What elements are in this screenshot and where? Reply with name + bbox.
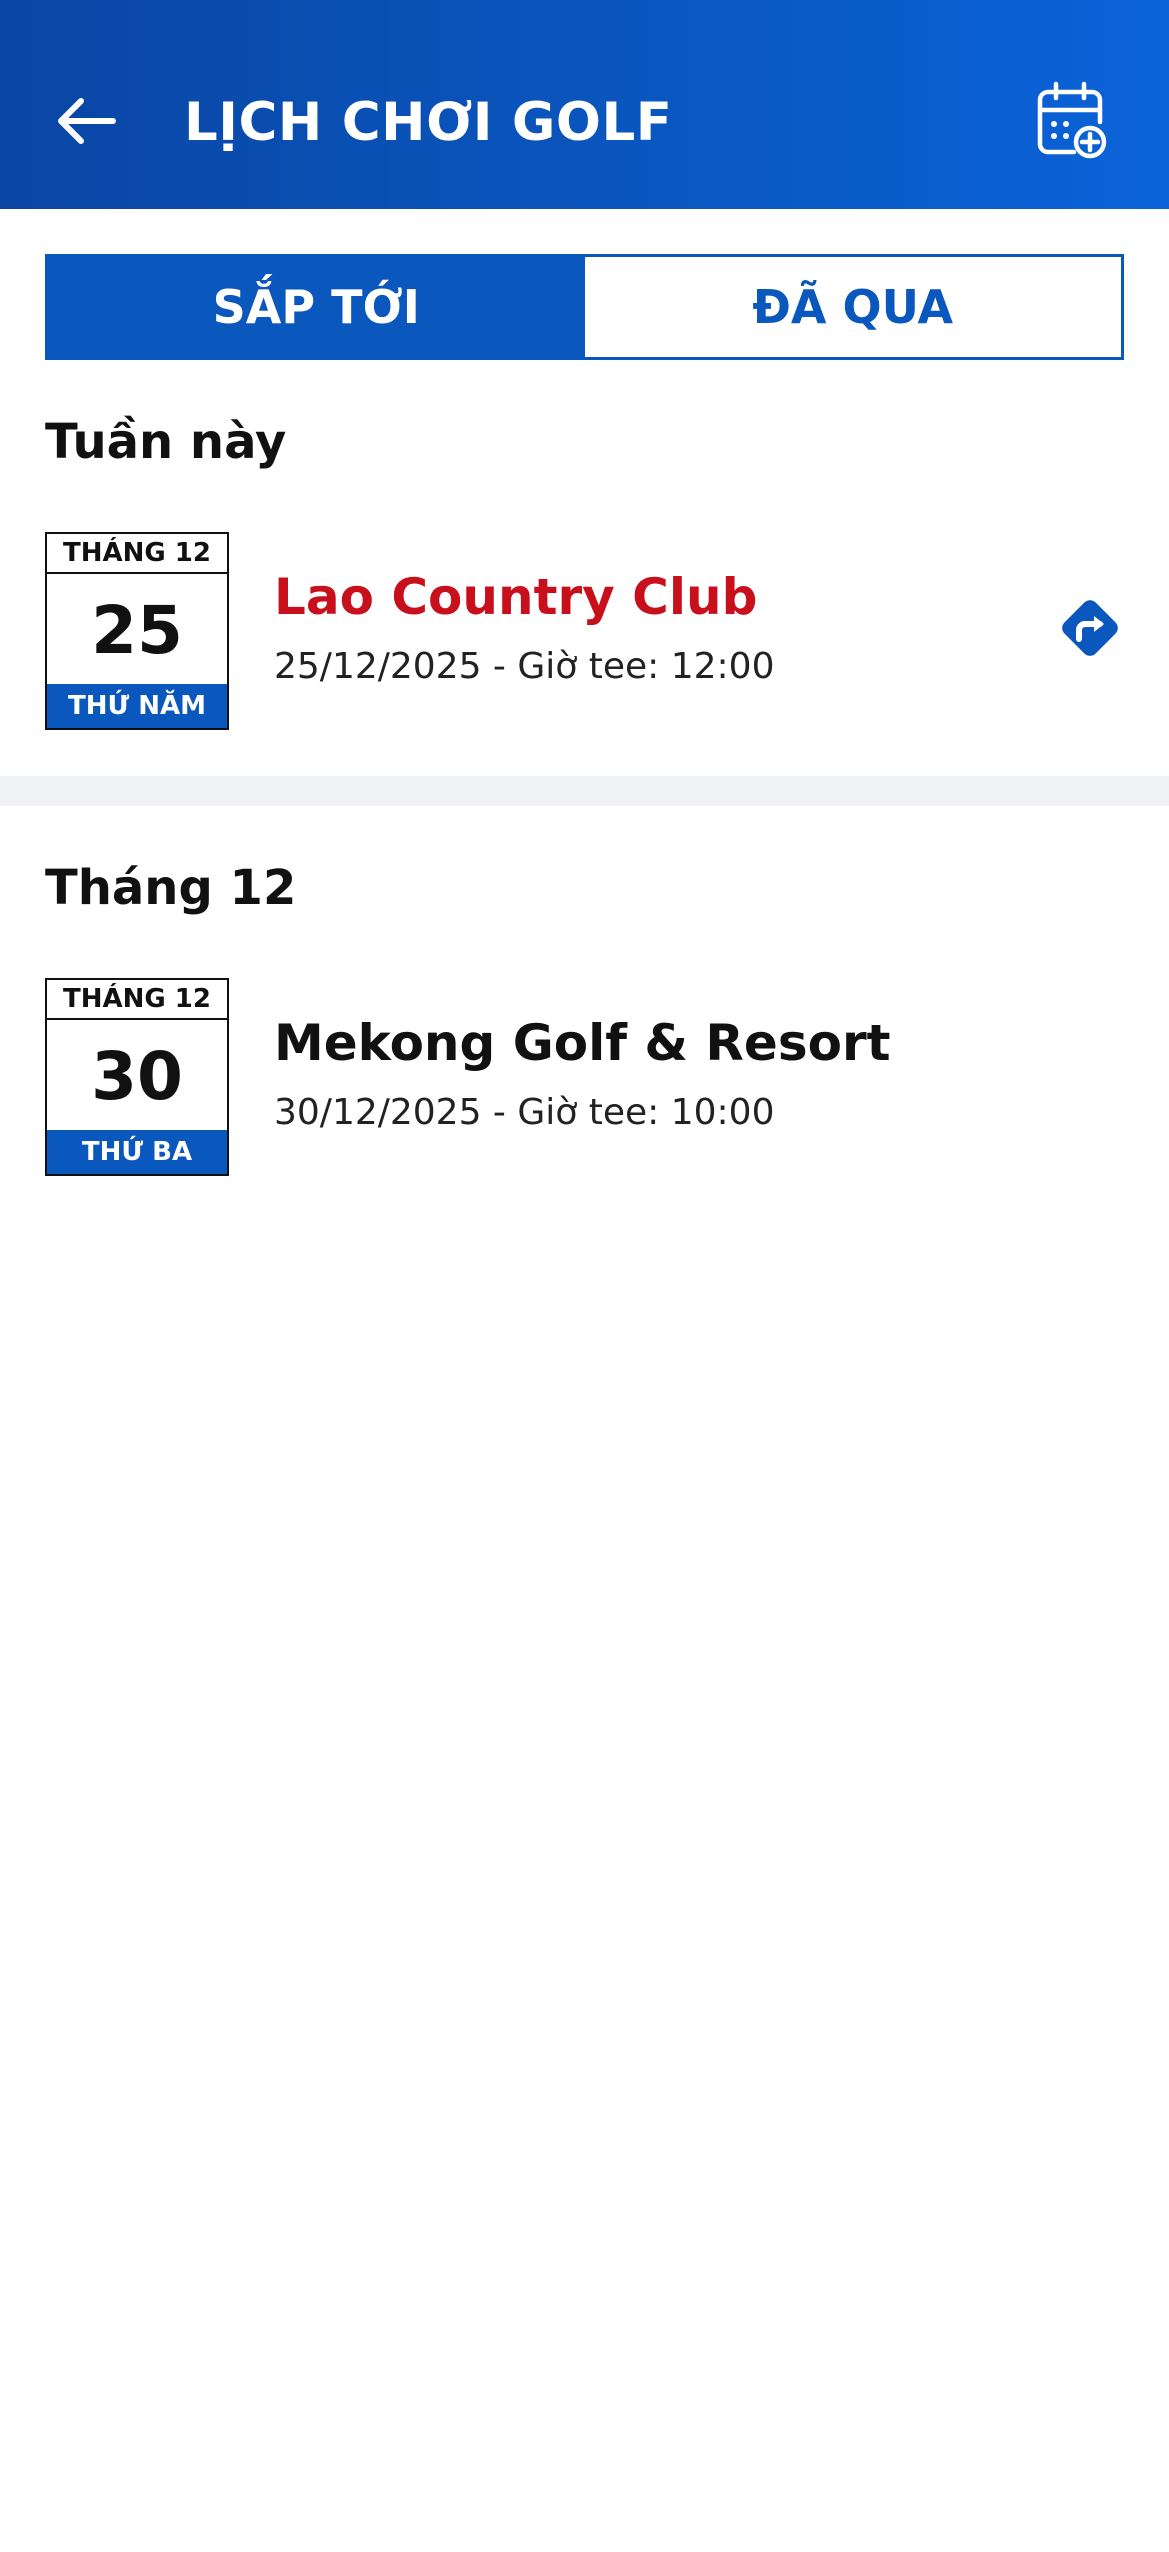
event-name: Lao Country Club [274, 568, 758, 626]
section-divider [0, 776, 1169, 806]
date-day: 30 [91, 1037, 183, 1115]
directions-button[interactable] [1050, 590, 1130, 670]
date-card: THÁNG 12 30 THỨ BA [45, 978, 229, 1176]
tab-past[interactable]: ĐÃ QUA [584, 257, 1121, 357]
arrow-left-icon [53, 96, 117, 150]
date-month: THÁNG 12 [47, 534, 227, 574]
date-weekday: THỨ BA [47, 1130, 227, 1174]
date-day: 25 [91, 591, 183, 669]
directions-icon [1054, 592, 1126, 668]
date-month: THÁNG 12 [47, 980, 227, 1020]
app-header: LỊCH CHƠI GOLF [0, 0, 1169, 209]
event-row-lao-country-club[interactable]: THÁNG 12 25 THỨ NĂM Lao Country Club 25/… [0, 532, 1169, 732]
back-button[interactable] [40, 78, 130, 168]
event-date-tee-time: 30/12/2025 - Giờ tee: 10:00 [274, 1092, 775, 1133]
date-weekday: THỨ NĂM [47, 684, 227, 728]
tab-upcoming[interactable]: SẮP TỚI [48, 257, 585, 357]
section-title-this-week: Tuần này [45, 414, 287, 470]
add-schedule-button[interactable] [1030, 80, 1114, 164]
page-title: LỊCH CHƠI GOLF [184, 92, 673, 153]
section-title-december: Tháng 12 [45, 860, 297, 916]
event-row-mekong-golf-resort[interactable]: THÁNG 12 30 THỨ BA Mekong Golf & Resort … [0, 978, 1169, 1178]
event-date-tee-time: 25/12/2025 - Giờ tee: 12:00 [274, 646, 775, 687]
calendar-add-icon [1034, 80, 1110, 164]
schedule-tabs: SẮP TỚI ĐÃ QUA [45, 254, 1124, 360]
event-name: Mekong Golf & Resort [274, 1014, 891, 1072]
date-card: THÁNG 12 25 THỨ NĂM [45, 532, 229, 730]
